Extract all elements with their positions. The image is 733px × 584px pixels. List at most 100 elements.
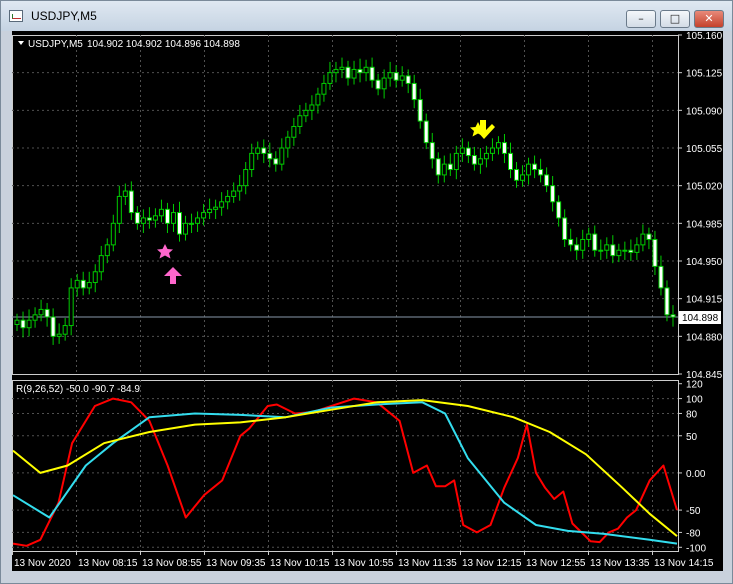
- bear-candle: [357, 68, 363, 74]
- price-axis[interactable]: 105.160 105.125 105.090 105.055 105.020 104.9…: [678, 31, 723, 381]
- bear-candle: [267, 152, 273, 160]
- bull-candle: [56, 333, 62, 337]
- bear-candle: [592, 233, 598, 251]
- bull-candle: [279, 147, 285, 165]
- bear-candle: [345, 66, 351, 79]
- bull-candle: [622, 249, 628, 252]
- chart-canvas[interactable]: USDJPY,M5 104.902 104.902 104.896 104.89…: [12, 31, 723, 571]
- price-tick-label: 105.125: [686, 69, 723, 80]
- bear-candle: [128, 190, 134, 214]
- bull-candle: [213, 206, 219, 210]
- bear-candle: [471, 155, 477, 165]
- bear-candle: [556, 201, 562, 219]
- bull-candle: [26, 319, 32, 329]
- indicator-tick-label: 0.00: [686, 469, 706, 480]
- candles: [14, 57, 676, 345]
- maximize-button[interactable]: □: [660, 10, 690, 28]
- bear-candle: [658, 265, 664, 289]
- time-tick-label: 13 Nov 09:35: [206, 558, 266, 569]
- bull-candle: [495, 142, 501, 149]
- bull-candle: [219, 201, 225, 208]
- chart-menu-triangle-icon[interactable]: [18, 41, 24, 45]
- bull-candle: [441, 163, 447, 176]
- time-tick-label: 13 Nov 10:15: [270, 558, 330, 569]
- bull-candle: [459, 147, 465, 154]
- bear-candle: [177, 212, 182, 235]
- bear-candle: [164, 208, 170, 224]
- time-tick-label: 13 Nov 11:35: [398, 558, 457, 569]
- indicator-line-r9: [12, 397, 678, 547]
- bear-candle: [417, 99, 423, 122]
- price-tick-label: 104.915: [686, 295, 723, 306]
- time-tick-label: 13 Nov 13:35: [590, 558, 650, 569]
- bull-candle: [634, 244, 640, 253]
- bull-candle: [381, 77, 387, 90]
- bull-candle: [231, 190, 237, 197]
- bear-candle: [544, 174, 550, 187]
- bull-candle: [122, 190, 128, 197]
- bull-candle: [285, 136, 291, 149]
- main-pane-grid: [12, 35, 679, 375]
- bull-candle: [351, 68, 357, 79]
- indicator-tick-label: -100: [686, 543, 706, 554]
- bear-candle: [375, 79, 381, 90]
- bull-candle: [598, 249, 604, 252]
- bull-candle: [616, 249, 622, 257]
- bull-candle: [255, 147, 261, 154]
- time-tick-label: 13 Nov 2020: [14, 558, 71, 569]
- current-price-marker: 104.898: [679, 311, 721, 324]
- window-title: USDJPY,M5: [31, 9, 97, 23]
- bear-candle: [423, 120, 429, 144]
- bear-candle: [664, 287, 670, 316]
- price-tick-label: 105.090: [686, 106, 723, 117]
- close-button[interactable]: ✕: [694, 10, 724, 28]
- bull-candle: [387, 72, 393, 79]
- bull-candle: [303, 109, 309, 117]
- bear-candle: [447, 163, 453, 171]
- indicator-lines: [12, 397, 678, 547]
- bull-candle: [98, 255, 104, 273]
- bear-candle: [501, 142, 507, 154]
- bull-candle: [243, 169, 249, 187]
- title-bar[interactable]: USDJPY,M5 – □ ✕: [1, 1, 732, 31]
- bull-candle: [183, 222, 189, 235]
- time-tick-label: 13 Nov 12:15: [462, 558, 522, 569]
- bear-candle: [465, 147, 471, 157]
- indicator-axis[interactable]: 120 100 80 50 0.00 -50 -80 -100: [678, 380, 706, 555]
- bull-candle: [201, 212, 207, 219]
- bull-candle: [104, 244, 110, 257]
- bear-candle: [411, 82, 417, 101]
- bear-candle: [610, 244, 616, 257]
- terminal-window: USDJPY,M5 – □ ✕ USDJPY,M5 104.902 104.90…: [0, 0, 733, 584]
- bear-candle: [429, 142, 435, 160]
- bull-candle: [291, 125, 297, 138]
- bull-candle: [116, 195, 122, 224]
- current-price-label: 104.898: [682, 313, 719, 324]
- time-tick-label: 13 Nov 08:55: [142, 558, 202, 569]
- bull-candle: [315, 93, 321, 106]
- time-tick-label: 13 Nov 10:55: [334, 558, 394, 569]
- bear-candle: [574, 244, 580, 251]
- bull-candle: [363, 66, 369, 74]
- bear-candle: [538, 169, 544, 176]
- bear-candle: [550, 185, 556, 203]
- bull-candle: [640, 233, 646, 246]
- time-tick-label: 13 Nov 14:15: [654, 558, 714, 569]
- bull-candle: [297, 115, 303, 127]
- time-axis[interactable]: 13 Nov 2020 13 Nov 08:15 13 Nov 08:55 13 No…: [12, 551, 714, 569]
- ohlc-label: 104.902 104.902 104.896 104.898: [87, 39, 240, 50]
- bull-candle: [14, 319, 20, 325]
- bull-candle: [309, 104, 315, 111]
- price-tick-label: 105.160: [686, 31, 723, 42]
- chart-area[interactable]: USDJPY,M5 104.902 104.902 104.896 104.89…: [12, 31, 723, 571]
- minimize-button[interactable]: –: [626, 10, 656, 28]
- bull-candle: [237, 185, 243, 192]
- bull-candle: [399, 75, 405, 81]
- main-pane-border: [12, 35, 679, 375]
- bear-candle: [369, 66, 375, 81]
- bull-candle: [74, 279, 80, 289]
- indicator-line-r52: [12, 399, 678, 537]
- bear-candle: [134, 212, 140, 224]
- indicator-tick-label: 50: [686, 432, 698, 443]
- bear-candle: [435, 158, 441, 176]
